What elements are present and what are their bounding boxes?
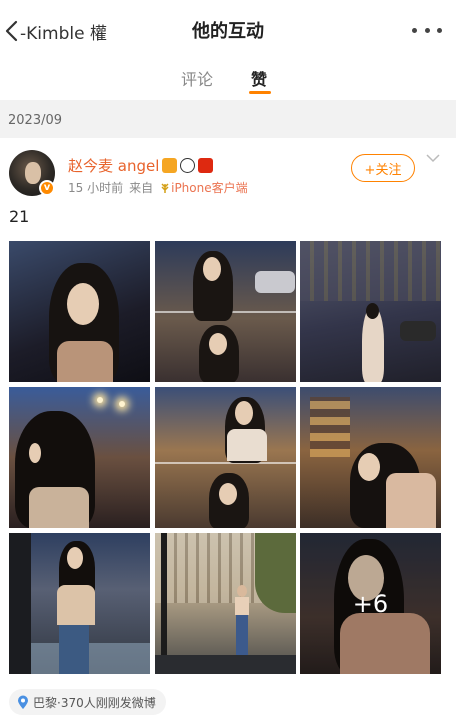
photo-7[interactable] — [9, 533, 150, 674]
photo-2[interactable] — [155, 241, 296, 382]
more-photos-count[interactable]: +6 — [300, 533, 441, 674]
post-meta: 15 小时前 来自 iPhone客户端 — [68, 179, 248, 196]
chevron-down-icon[interactable] — [426, 153, 440, 163]
post-text: 21 — [9, 207, 30, 226]
tab-comments[interactable]: 评论 — [181, 66, 213, 90]
photo-3[interactable] — [300, 241, 441, 382]
location-pin-icon — [18, 695, 28, 709]
author-name[interactable]: 赵今麦 angel — [68, 155, 214, 176]
tab-bar: 评论 赞 — [0, 58, 456, 100]
photo-1[interactable] — [9, 241, 150, 382]
chevron-left-icon — [5, 20, 18, 42]
sparkle-badge-icon — [162, 158, 178, 173]
date-separator: 2023/09 — [0, 100, 456, 138]
photo-9[interactable]: +6 — [300, 533, 441, 674]
source-client-link[interactable]: iPhone客户端 — [159, 179, 248, 196]
photo-8[interactable] — [155, 533, 296, 674]
verified-badge-icon: v — [39, 180, 55, 196]
active-tab-indicator — [249, 91, 271, 94]
photo-6[interactable] — [300, 387, 441, 528]
china-flag-icon — [198, 158, 214, 173]
photo-5[interactable] — [155, 387, 296, 528]
photo-4[interactable] — [9, 387, 150, 528]
panda-icon — [180, 158, 196, 173]
more-options-button[interactable] — [412, 20, 442, 40]
follow-button[interactable]: +关注 — [351, 154, 415, 182]
post-time: 15 小时前 — [68, 181, 124, 195]
source-prefix: 来自 — [129, 181, 154, 195]
back-button[interactable]: -Kimble 權 — [4, 16, 107, 46]
more-horizontal-icon — [412, 27, 417, 33]
back-label: -Kimble 權 — [20, 23, 107, 44]
location-tag[interactable]: 巴黎·370人刚刚发微博 — [9, 689, 166, 715]
top-navigation-bar: -Kimble 權 他的互动 — [0, 0, 456, 58]
wheat-icon — [161, 183, 169, 193]
tab-likes[interactable]: 赞 — [251, 66, 267, 90]
date-label: 2023/09 — [8, 113, 63, 128]
